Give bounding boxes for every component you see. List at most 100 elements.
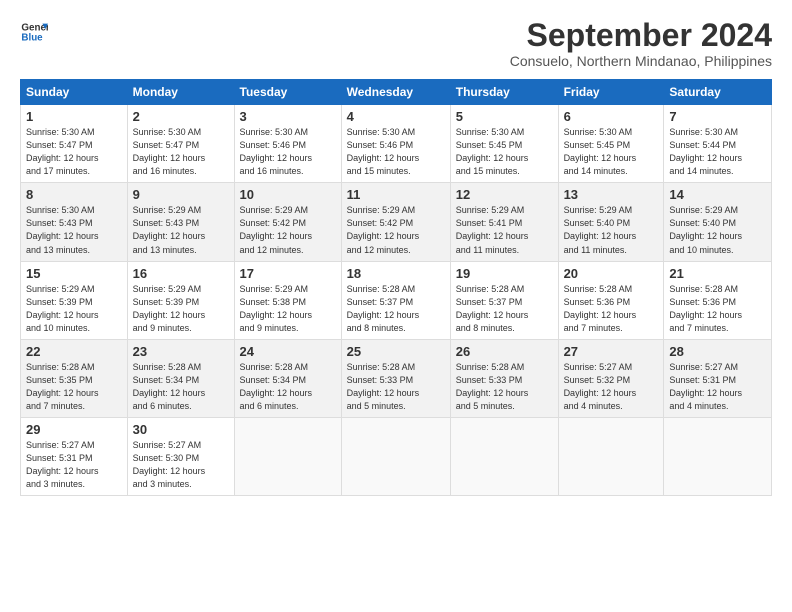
day-number: 16 bbox=[133, 266, 229, 281]
day-number: 19 bbox=[456, 266, 553, 281]
day-number: 12 bbox=[456, 187, 553, 202]
calendar-cell: 22Sunrise: 5:28 AM Sunset: 5:35 PM Dayli… bbox=[21, 339, 128, 417]
day-number: 23 bbox=[133, 344, 229, 359]
calendar-cell: 6Sunrise: 5:30 AM Sunset: 5:45 PM Daylig… bbox=[558, 105, 664, 183]
calendar-cell: 5 Sunrise: 5:30 AM Sunset: 5:45 PM Daylig… bbox=[450, 105, 558, 183]
day-number: 20 bbox=[564, 266, 659, 281]
calendar-cell: 28 Sunrise: 5:27 AM Sunset: 5:31 PM Dayli… bbox=[664, 339, 772, 417]
day-info: Sunrise: 5:27 AM Sunset: 5:31 PM Dayligh… bbox=[26, 439, 122, 491]
day-number: 2 bbox=[133, 109, 229, 124]
calendar-cell: 4 Sunrise: 5:30 AM Sunset: 5:46 PM Daylig… bbox=[341, 105, 450, 183]
page: General Blue September 2024 Consuelo, No… bbox=[0, 0, 792, 506]
calendar-cell: 11 Sunrise: 5:29 AM Sunset: 5:42 PM Dayli… bbox=[341, 183, 450, 261]
day-number: 3 bbox=[240, 109, 336, 124]
col-monday: Monday bbox=[127, 80, 234, 105]
day-info: Sunrise: 5:29 AM Sunset: 5:40 PM Dayligh… bbox=[564, 204, 659, 256]
calendar-cell: 17 Sunrise: 5:29 AM Sunset: 5:38 PM Dayli… bbox=[234, 261, 341, 339]
calendar-week-1: 1Sunrise: 5:30 AM Sunset: 5:47 PM Daylig… bbox=[21, 105, 772, 183]
svg-text:Blue: Blue bbox=[21, 32, 43, 43]
calendar-cell: 18Sunrise: 5:28 AM Sunset: 5:37 PM Dayli… bbox=[341, 261, 450, 339]
day-info: Sunrise: 5:30 AM Sunset: 5:47 PM Dayligh… bbox=[133, 126, 229, 178]
day-number: 4 bbox=[347, 109, 445, 124]
col-tuesday: Tuesday bbox=[234, 80, 341, 105]
day-info: Sunrise: 5:30 AM Sunset: 5:46 PM Dayligh… bbox=[240, 126, 336, 178]
calendar-cell bbox=[450, 417, 558, 495]
day-info: Sunrise: 5:29 AM Sunset: 5:42 PM Dayligh… bbox=[347, 204, 445, 256]
day-info: Sunrise: 5:29 AM Sunset: 5:39 PM Dayligh… bbox=[26, 283, 122, 335]
day-number: 25 bbox=[347, 344, 445, 359]
day-number: 13 bbox=[564, 187, 659, 202]
header: General Blue September 2024 Consuelo, No… bbox=[20, 18, 772, 69]
header-row: Sunday Monday Tuesday Wednesday Thursday… bbox=[21, 80, 772, 105]
calendar-week-5: 29 Sunrise: 5:27 AM Sunset: 5:31 PM Dayli… bbox=[21, 417, 772, 495]
day-number: 14 bbox=[669, 187, 766, 202]
day-number: 28 bbox=[669, 344, 766, 359]
calendar-cell: 24 Sunrise: 5:28 AM Sunset: 5:34 PM Dayli… bbox=[234, 339, 341, 417]
day-info: Sunrise: 5:29 AM Sunset: 5:42 PM Dayligh… bbox=[240, 204, 336, 256]
day-info: Sunrise: 5:28 AM Sunset: 5:36 PM Dayligh… bbox=[669, 283, 766, 335]
calendar-cell: 27 Sunrise: 5:27 AM Sunset: 5:32 PM Dayli… bbox=[558, 339, 664, 417]
day-info: Sunrise: 5:30 AM Sunset: 5:45 PM Dayligh… bbox=[456, 126, 553, 178]
day-info: Sunrise: 5:30 AM Sunset: 5:46 PM Dayligh… bbox=[347, 126, 445, 178]
calendar-cell: 7Sunrise: 5:30 AM Sunset: 5:44 PM Daylig… bbox=[664, 105, 772, 183]
day-info: Sunrise: 5:27 AM Sunset: 5:31 PM Dayligh… bbox=[669, 361, 766, 413]
calendar-week-4: 22Sunrise: 5:28 AM Sunset: 5:35 PM Dayli… bbox=[21, 339, 772, 417]
day-number: 30 bbox=[133, 422, 229, 437]
logo: General Blue bbox=[20, 18, 48, 46]
calendar-cell bbox=[664, 417, 772, 495]
calendar-cell: 12 Sunrise: 5:29 AM Sunset: 5:41 PM Dayli… bbox=[450, 183, 558, 261]
calendar-cell: 26 Sunrise: 5:28 AM Sunset: 5:33 PM Dayli… bbox=[450, 339, 558, 417]
day-number: 8 bbox=[26, 187, 122, 202]
calendar-cell: 29 Sunrise: 5:27 AM Sunset: 5:31 PM Dayli… bbox=[21, 417, 128, 495]
day-info: Sunrise: 5:29 AM Sunset: 5:39 PM Dayligh… bbox=[133, 283, 229, 335]
calendar-cell: 16 Sunrise: 5:29 AM Sunset: 5:39 PM Dayli… bbox=[127, 261, 234, 339]
day-info: Sunrise: 5:28 AM Sunset: 5:33 PM Dayligh… bbox=[456, 361, 553, 413]
day-info: Sunrise: 5:28 AM Sunset: 5:34 PM Dayligh… bbox=[133, 361, 229, 413]
calendar-cell bbox=[558, 417, 664, 495]
calendar-cell: 3 Sunrise: 5:30 AM Sunset: 5:46 PM Daylig… bbox=[234, 105, 341, 183]
day-number: 15 bbox=[26, 266, 122, 281]
calendar: Sunday Monday Tuesday Wednesday Thursday… bbox=[20, 79, 772, 496]
calendar-cell: 2 Sunrise: 5:30 AM Sunset: 5:47 PM Daylig… bbox=[127, 105, 234, 183]
day-info: Sunrise: 5:27 AM Sunset: 5:32 PM Dayligh… bbox=[564, 361, 659, 413]
day-info: Sunrise: 5:29 AM Sunset: 5:43 PM Dayligh… bbox=[133, 204, 229, 256]
col-sunday: Sunday bbox=[21, 80, 128, 105]
calendar-cell: 23 Sunrise: 5:28 AM Sunset: 5:34 PM Dayli… bbox=[127, 339, 234, 417]
calendar-week-3: 15 Sunrise: 5:29 AM Sunset: 5:39 PM Dayli… bbox=[21, 261, 772, 339]
col-thursday: Thursday bbox=[450, 80, 558, 105]
day-info: Sunrise: 5:28 AM Sunset: 5:34 PM Dayligh… bbox=[240, 361, 336, 413]
day-number: 24 bbox=[240, 344, 336, 359]
title-area: September 2024 Consuelo, Northern Mindan… bbox=[510, 18, 772, 69]
day-info: Sunrise: 5:30 AM Sunset: 5:45 PM Dayligh… bbox=[564, 126, 659, 178]
day-info: Sunrise: 5:29 AM Sunset: 5:40 PM Dayligh… bbox=[669, 204, 766, 256]
calendar-cell: 19 Sunrise: 5:28 AM Sunset: 5:37 PM Dayli… bbox=[450, 261, 558, 339]
calendar-cell: 14 Sunrise: 5:29 AM Sunset: 5:40 PM Dayli… bbox=[664, 183, 772, 261]
calendar-cell: 20Sunrise: 5:28 AM Sunset: 5:36 PM Dayli… bbox=[558, 261, 664, 339]
day-info: Sunrise: 5:28 AM Sunset: 5:35 PM Dayligh… bbox=[26, 361, 122, 413]
day-number: 21 bbox=[669, 266, 766, 281]
day-number: 11 bbox=[347, 187, 445, 202]
calendar-cell: 30Sunrise: 5:27 AM Sunset: 5:30 PM Dayli… bbox=[127, 417, 234, 495]
day-number: 9 bbox=[133, 187, 229, 202]
day-number: 26 bbox=[456, 344, 553, 359]
day-info: Sunrise: 5:30 AM Sunset: 5:43 PM Dayligh… bbox=[26, 204, 122, 256]
day-info: Sunrise: 5:28 AM Sunset: 5:37 PM Dayligh… bbox=[456, 283, 553, 335]
day-info: Sunrise: 5:29 AM Sunset: 5:41 PM Dayligh… bbox=[456, 204, 553, 256]
day-info: Sunrise: 5:29 AM Sunset: 5:38 PM Dayligh… bbox=[240, 283, 336, 335]
logo-icon: General Blue bbox=[20, 18, 48, 46]
calendar-cell: 25 Sunrise: 5:28 AM Sunset: 5:33 PM Dayli… bbox=[341, 339, 450, 417]
day-number: 10 bbox=[240, 187, 336, 202]
calendar-cell bbox=[341, 417, 450, 495]
day-number: 17 bbox=[240, 266, 336, 281]
day-number: 18 bbox=[347, 266, 445, 281]
calendar-cell bbox=[234, 417, 341, 495]
calendar-cell: 15 Sunrise: 5:29 AM Sunset: 5:39 PM Dayli… bbox=[21, 261, 128, 339]
day-number: 29 bbox=[26, 422, 122, 437]
day-info: Sunrise: 5:28 AM Sunset: 5:33 PM Dayligh… bbox=[347, 361, 445, 413]
day-number: 27 bbox=[564, 344, 659, 359]
col-wednesday: Wednesday bbox=[341, 80, 450, 105]
col-saturday: Saturday bbox=[664, 80, 772, 105]
calendar-cell: 9 Sunrise: 5:29 AM Sunset: 5:43 PM Daylig… bbox=[127, 183, 234, 261]
day-number: 5 bbox=[456, 109, 553, 124]
col-friday: Friday bbox=[558, 80, 664, 105]
